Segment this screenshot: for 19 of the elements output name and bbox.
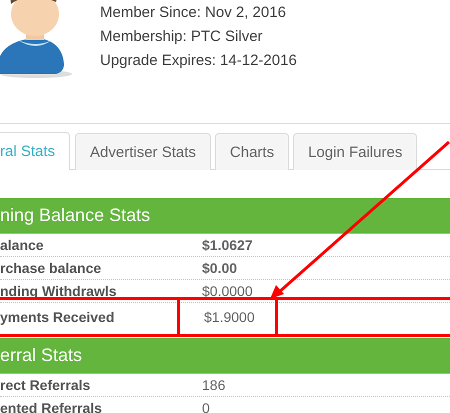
section-header: ning Balance Stats — [0, 198, 450, 234]
stat-value: 0 — [202, 400, 210, 413]
tab[interactable]: Login Failures — [293, 133, 418, 170]
profile-info: Upgrade Expires: 14-12-2016 — [100, 51, 297, 71]
profile-info: Member Since: Nov 2, 2016 — [100, 3, 287, 23]
stat-value: $1.9000 — [177, 300, 278, 334]
stat-label: rect Referrals — [0, 377, 92, 393]
stat-label: ented Referrals — [0, 400, 103, 413]
stat-value: $1.0627 — [202, 237, 253, 253]
stat-label: yments Received — [0, 309, 116, 325]
stat-value: 186 — [202, 377, 226, 393]
section-header: erral Stats — [0, 338, 450, 374]
stat-value: $0.0000 — [202, 283, 253, 299]
profile-info: Membership: PTC Silver — [100, 27, 264, 47]
stat-value: $0.00 — [202, 260, 238, 276]
tab[interactable]: Charts — [214, 133, 290, 170]
stat-label: rchase balance — [0, 260, 102, 276]
stat-label: alance — [0, 237, 45, 253]
tab[interactable]: Advertiser Stats — [75, 133, 211, 170]
